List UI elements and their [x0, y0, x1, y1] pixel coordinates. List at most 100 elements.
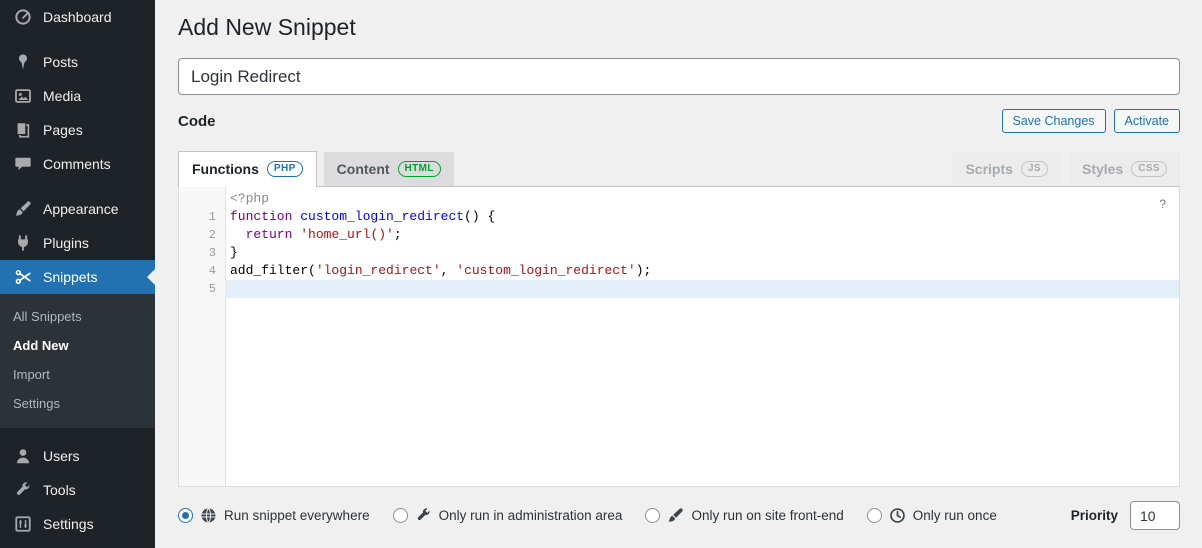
sliders-icon: [13, 514, 33, 534]
sidebar-item-label: Pages: [43, 122, 83, 138]
main-content: Add New Snippet Code Save Changes Activa…: [155, 0, 1202, 548]
sidebar-item-label: Tools: [43, 482, 76, 498]
pin-icon: [13, 52, 33, 72]
tab-label: Functions: [192, 161, 259, 177]
submenu-item-import[interactable]: Import: [0, 360, 155, 389]
scope-option-everywhere[interactable]: Run snippet everywhere: [178, 507, 370, 524]
submenu-item-all-snippets[interactable]: All Snippets: [0, 302, 155, 331]
snippets-submenu: All Snippets Add New Import Settings: [0, 294, 155, 428]
media-icon: [13, 86, 33, 106]
sidebar-item-settings[interactable]: Settings: [0, 507, 155, 541]
paintbrush-icon: [13, 199, 33, 219]
radio-once[interactable]: [867, 508, 882, 523]
css-badge: CSS: [1131, 161, 1167, 177]
sidebar-item-label: Plugins: [43, 235, 89, 251]
sidebar-item-label: Media: [43, 88, 81, 104]
code-section-label: Code: [178, 113, 216, 130]
clock-icon: [889, 507, 906, 524]
sidebar-item-label: Snippets: [43, 269, 97, 285]
sidebar-item-label: Settings: [43, 516, 94, 532]
scope-option-once[interactable]: Only run once: [867, 507, 997, 524]
snippet-scope-row: Run snippet everywhere Only run in admin…: [178, 500, 1180, 531]
html-badge: HTML: [398, 161, 441, 177]
sidebar-item-label: Appearance: [43, 201, 119, 217]
wp-admin-page: Dashboard Posts Media Pages Commen: [0, 0, 1202, 548]
sidebar-item-comments[interactable]: Comments: [0, 147, 155, 181]
tab-functions[interactable]: Functions PHP: [178, 151, 317, 187]
scope-option-admin[interactable]: Only run in administration area: [393, 507, 623, 524]
menu-separator: [0, 181, 155, 192]
tab-label: Styles: [1082, 161, 1123, 177]
scope-option-frontend[interactable]: Only run on site front-end: [645, 507, 843, 524]
page-title: Add New Snippet: [178, 13, 1180, 42]
code-line: 4 add_filter('login_redirect', 'custom_l…: [179, 262, 1179, 280]
radio-everywhere[interactable]: [178, 508, 193, 523]
scope-option-label: Only run on site front-end: [691, 508, 843, 523]
submenu-item-add-new[interactable]: Add New: [0, 331, 155, 360]
code-line: 1 function custom_login_redirect() {: [179, 208, 1179, 226]
sidebar-item-snippets[interactable]: Snippets: [0, 260, 155, 294]
sidebar-item-plugins[interactable]: Plugins: [0, 226, 155, 260]
sidebar-item-tools[interactable]: Tools: [0, 473, 155, 507]
sidebar-item-pages[interactable]: Pages: [0, 113, 155, 147]
paintbrush-icon: [667, 507, 684, 524]
line-number: 5: [179, 280, 225, 298]
priority-input[interactable]: [1130, 501, 1180, 530]
code-editor[interactable]: ? <?php 1 function custom_login_redirect…: [178, 186, 1180, 487]
line-gutter: [179, 190, 225, 208]
sidebar-item-label: Dashboard: [43, 9, 112, 25]
priority-group: Priority: [1071, 501, 1180, 530]
code-text: return 'home_url()';: [225, 226, 1179, 244]
code-text: function custom_login_redirect() {: [225, 208, 1179, 226]
tab-label: Scripts: [965, 161, 1012, 177]
scope-option-label: Only run in administration area: [439, 508, 623, 523]
tab-scripts[interactable]: Scripts JS: [952, 152, 1061, 186]
snippet-title-input[interactable]: [178, 58, 1180, 95]
tab-styles[interactable]: Styles CSS: [1069, 152, 1180, 186]
sidebar-item-label: Posts: [43, 54, 78, 70]
sidebar-item-posts[interactable]: Posts: [0, 45, 155, 79]
php-badge: PHP: [267, 161, 303, 177]
comment-icon: [13, 154, 33, 174]
globe-icon: [200, 507, 217, 524]
priority-label: Priority: [1071, 508, 1118, 523]
radio-admin[interactable]: [393, 508, 408, 523]
radio-frontend[interactable]: [645, 508, 660, 523]
pages-icon: [13, 120, 33, 140]
line-number: 4: [179, 262, 225, 280]
save-changes-button[interactable]: Save Changes: [1002, 109, 1106, 133]
line-number: 2: [179, 226, 225, 244]
code-line-active: 5: [179, 280, 1179, 298]
plug-icon: [13, 233, 33, 253]
code-text: [225, 280, 1179, 298]
tab-content[interactable]: Content HTML: [324, 152, 454, 186]
admin-sidebar: Dashboard Posts Media Pages Commen: [0, 0, 155, 548]
code-line: 2 return 'home_url()';: [179, 226, 1179, 244]
code-line: 3 }: [179, 244, 1179, 262]
wrench-icon: [13, 480, 33, 500]
php-open-tag: <?php: [225, 190, 1179, 208]
scope-option-label: Run snippet everywhere: [224, 508, 370, 523]
code-line-meta: <?php: [179, 190, 1179, 208]
action-buttons: Save Changes Activate: [1002, 109, 1180, 133]
sidebar-item-label: Users: [43, 448, 80, 464]
sidebar-item-appearance[interactable]: Appearance: [0, 192, 155, 226]
tab-label: Content: [337, 161, 390, 177]
menu-separator: [0, 428, 155, 439]
code-type-tabs: Functions PHP Content HTML Scripts JS St…: [178, 151, 1180, 186]
dashboard-icon: [13, 7, 33, 27]
activate-button[interactable]: Activate: [1114, 109, 1180, 133]
sidebar-item-label: Comments: [43, 156, 111, 172]
submenu-item-settings[interactable]: Settings: [0, 389, 155, 418]
code-text: add_filter('login_redirect', 'custom_log…: [225, 262, 1179, 280]
sidebar-item-dashboard[interactable]: Dashboard: [0, 0, 155, 34]
scope-option-label: Only run once: [913, 508, 997, 523]
scissors-icon: [13, 267, 33, 287]
line-number: 3: [179, 244, 225, 262]
code-text: }: [225, 244, 1179, 262]
sidebar-item-users[interactable]: Users: [0, 439, 155, 473]
sidebar-item-media[interactable]: Media: [0, 79, 155, 113]
menu-separator: [0, 34, 155, 45]
line-number: 1: [179, 208, 225, 226]
js-badge: JS: [1021, 161, 1048, 177]
